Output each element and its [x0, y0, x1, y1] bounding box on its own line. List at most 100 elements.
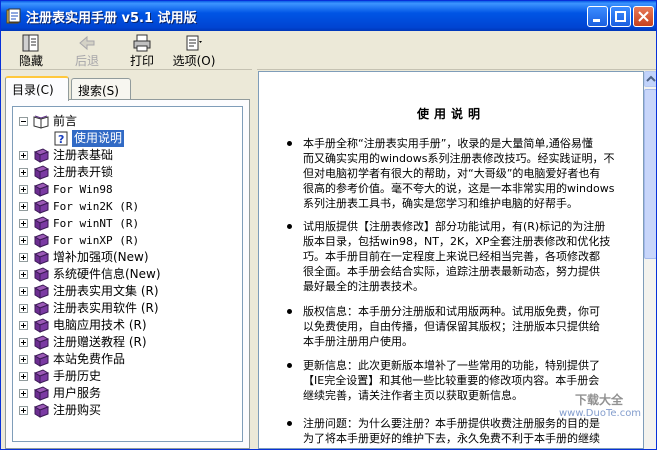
- tree-item[interactable]: For Win98: [19, 181, 234, 198]
- expand-toggle[interactable]: [19, 151, 28, 160]
- tree-item[interactable]: 注册表实用文集 (R): [19, 283, 234, 300]
- maximize-button[interactable]: [610, 6, 631, 27]
- paragraph-line: 试用版提供【注册表修改】部分功能试用，有(R)标记的为注册: [303, 220, 606, 233]
- tree-item-label: For winXP (R): [53, 234, 140, 247]
- bullet-icon: [287, 224, 292, 229]
- tree-item-label: 手册历史: [53, 369, 102, 383]
- tree-item-root[interactable]: 前言: [19, 113, 219, 130]
- tree-item[interactable]: 系统硬件信息(New): [19, 266, 234, 283]
- closed-book-icon: [33, 369, 49, 384]
- tree-item-label: For win2K (R): [53, 200, 140, 213]
- expand-toggle[interactable]: [19, 372, 28, 381]
- print-button[interactable]: 打印: [122, 33, 162, 68]
- tree-item[interactable]: 用户服务: [19, 385, 234, 402]
- tree-item-label: 使用说明: [72, 130, 125, 147]
- paragraph-line: 本手册全称“注册表实用手册”，收录的是大量简单,通俗易懂: [303, 137, 593, 150]
- watermark-logo: 下载大全 www.DuoTe.com: [545, 391, 655, 441]
- closed-book-icon: [33, 335, 49, 350]
- scroll-up-button[interactable]: [644, 71, 656, 87]
- tree-item[interactable]: For winXP (R): [19, 232, 234, 249]
- expand-toggle[interactable]: [19, 321, 28, 330]
- bullet-icon: [287, 141, 292, 146]
- expand-toggle[interactable]: [19, 304, 28, 313]
- tree-item-label: For Win98: [53, 183, 113, 196]
- content-paragraph: 试用版提供【注册表修改】部分功能试用，有(R)标记的为注册 版本目录，包括win9…: [287, 219, 633, 294]
- expand-toggle[interactable]: [19, 338, 28, 347]
- tree-item[interactable]: 手册历史: [19, 368, 234, 385]
- tree-item-label: 电脑应用技术 (R): [53, 318, 147, 332]
- paragraph-line: 巧。本手册目前在一定程度上来说已经相当完善，各项修改都: [303, 250, 600, 263]
- back-arrow-icon: [79, 35, 95, 51]
- paragraph-line: 而又确实实用的windows系列注册表修改技巧。经实践证明，不: [303, 152, 615, 165]
- paragraph-line: 系列注册表工具书，确实是您学习和维护电脑的好帮手。: [303, 197, 578, 210]
- options-icon: [186, 35, 202, 51]
- options-label: 选项(O): [172, 54, 216, 68]
- minimize-button[interactable]: [587, 6, 608, 27]
- expand-toggle[interactable]: [19, 287, 28, 296]
- expand-toggle[interactable]: [19, 168, 28, 177]
- paragraph-line: 最好最全的注册表技术。: [303, 280, 424, 293]
- panel-splitter[interactable]: [252, 69, 257, 449]
- tree-item[interactable]: 本站免费作品: [19, 351, 234, 368]
- tree-item-label: 注册赠送教程 (R): [53, 335, 147, 349]
- tree-item[interactable]: For win2K (R): [19, 198, 234, 215]
- app-book-icon: [6, 8, 21, 24]
- tree-item[interactable]: 注册赠送教程 (R): [19, 334, 234, 351]
- closed-book-icon: [33, 182, 49, 197]
- tab-search-label: 搜索(S): [78, 84, 119, 98]
- tree-item-selected[interactable]: ? 使用说明: [19, 130, 219, 147]
- collapse-toggle[interactable]: [19, 117, 28, 126]
- tree-item[interactable]: 注册表开锁: [19, 164, 234, 181]
- options-button[interactable]: 选项(O): [171, 33, 217, 68]
- expand-toggle[interactable]: [19, 253, 28, 262]
- expand-toggle[interactable]: [19, 185, 28, 194]
- open-book-icon: [33, 115, 49, 129]
- close-button[interactable]: [633, 6, 654, 27]
- hide-label: 隐藏: [18, 54, 43, 68]
- tab-search[interactable]: 搜索(S): [71, 78, 131, 100]
- tree-item-label: 增补加强项(New): [53, 250, 149, 264]
- print-label: 打印: [129, 54, 154, 68]
- expand-toggle[interactable]: [19, 355, 28, 364]
- expand-toggle[interactable]: [19, 406, 28, 415]
- tree-item[interactable]: 注册表实用软件 (R): [19, 300, 234, 317]
- tree-item[interactable]: 注册购买: [19, 402, 234, 419]
- tree-item-label: 用户服务: [53, 386, 102, 400]
- closed-book-icon: [33, 352, 49, 367]
- expand-toggle[interactable]: [19, 236, 28, 245]
- paragraph-line: 很高的参考价值。毫不夸大的说，这是一本非常实用的windows: [303, 182, 615, 195]
- scroll-thumb[interactable]: [644, 89, 656, 259]
- close-icon: [638, 11, 649, 22]
- closed-book-icon: [33, 233, 49, 248]
- svg-text:?: ?: [58, 133, 64, 146]
- minimize-icon: [593, 19, 600, 22]
- hide-button[interactable]: 隐藏: [11, 33, 51, 68]
- tree-item[interactable]: 电脑应用技术 (R): [19, 317, 234, 334]
- help-page-icon: ?: [54, 131, 68, 146]
- contents-panel: 前言 ? 使用说明 注册表基础注册表开锁 For Win98 For win2K (…: [5, 99, 250, 449]
- closed-book-icon: [33, 148, 49, 163]
- tree-item-label: 注册表基础: [53, 148, 114, 162]
- closed-book-icon: [33, 267, 49, 282]
- tree-item-label: For winNT (R): [53, 217, 140, 230]
- expand-toggle[interactable]: [19, 219, 28, 228]
- back-label: 后退: [74, 54, 99, 68]
- closed-book-icon: [33, 301, 49, 316]
- paragraph-line: 【IE完全设置】和其他一些比较重要的修改项内容。本手册会: [303, 374, 600, 387]
- tree-item[interactable]: 增补加强项(New): [19, 249, 234, 266]
- expand-toggle[interactable]: [19, 202, 28, 211]
- tree-item[interactable]: For winNT (R): [19, 215, 234, 232]
- expand-toggle[interactable]: [19, 389, 28, 398]
- watermark-url: www.DuoTe.com: [559, 408, 642, 419]
- paragraph-line: 更新信息：此次更新版本增补了一些常用的功能，特别提供了: [303, 359, 600, 372]
- title-bar[interactable]: 注册表实用手册 v5.1 试用版: [1, 1, 656, 31]
- bullet-icon: [287, 421, 292, 426]
- tree-item[interactable]: 注册表基础: [19, 147, 234, 164]
- app-window: 注册表实用手册 v5.1 试用版 隐藏 后退 打印 选项(O) 目录(C) 搜索…: [0, 0, 657, 450]
- back-button[interactable]: 后退: [67, 33, 107, 68]
- expand-toggle[interactable]: [19, 270, 28, 279]
- up-arrow-icon: [646, 75, 656, 82]
- contents-tree[interactable]: 前言 ? 使用说明 注册表基础注册表开锁 For Win98 For win2K (…: [12, 106, 243, 442]
- tab-contents[interactable]: 目录(C): [5, 76, 69, 101]
- tree-item-label: 注册购买: [53, 403, 102, 417]
